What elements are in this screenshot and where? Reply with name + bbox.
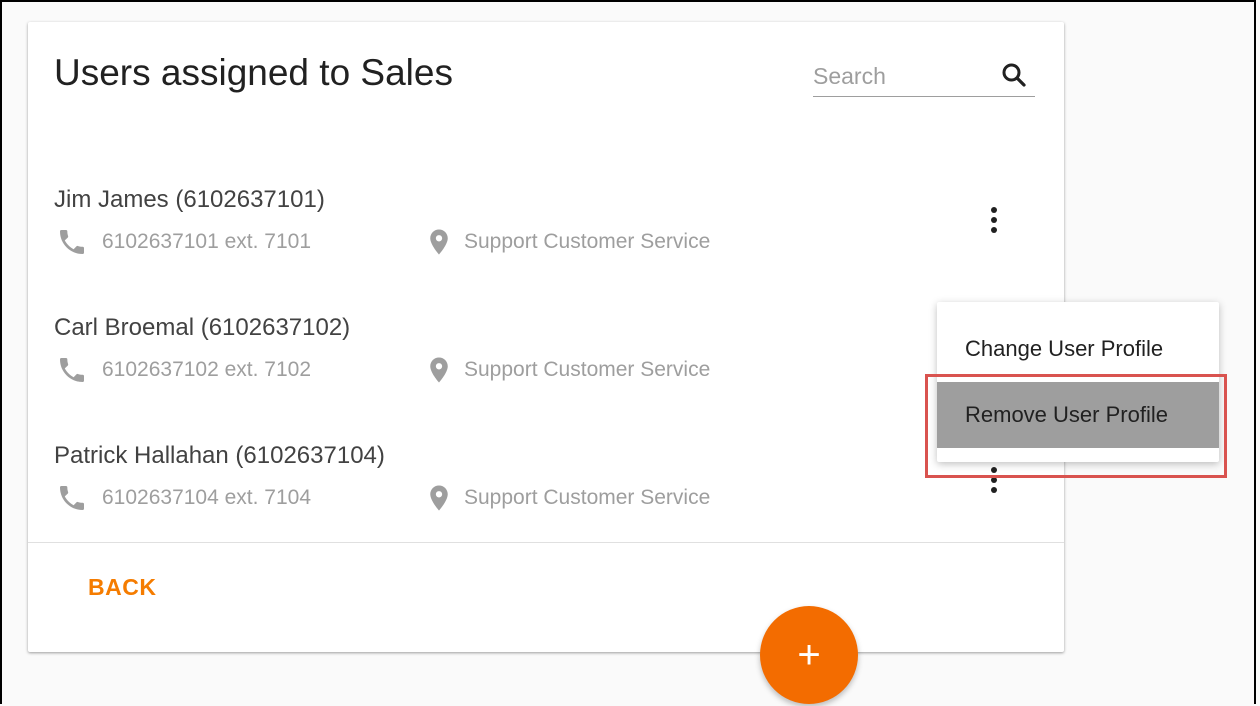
user-row: Patrick Hallahan (6102637104) 6102637104… — [54, 442, 1014, 522]
user-row: Carl Broemal (6102637102) 6102637102 ext… — [54, 314, 1014, 394]
menu-item-change-user-profile[interactable]: Change User Profile — [937, 316, 1219, 382]
location-pin-icon — [424, 226, 454, 258]
search-icon[interactable] — [999, 60, 1029, 90]
phone-icon — [56, 354, 88, 386]
location-pin-icon — [424, 482, 454, 514]
phone-icon — [56, 482, 88, 514]
user-location: Support Customer Service — [464, 358, 711, 381]
user-phone: 6102637104 ext. 7104 — [102, 486, 312, 509]
user-phone: 6102637102 ext. 7102 — [102, 358, 312, 381]
user-name: Jim James (6102637101) — [54, 186, 325, 213]
more-vert-icon[interactable] — [974, 460, 1014, 500]
user-name: Carl Broemal (6102637102) — [54, 314, 351, 341]
add-user-button[interactable]: + — [760, 606, 858, 704]
user-phone: 6102637101 ext. 7101 — [102, 230, 312, 253]
user-location: Support Customer Service — [464, 486, 711, 509]
users-card: Users assigned to Sales Jim James (61026… — [28, 22, 1064, 652]
more-vert-icon[interactable] — [974, 200, 1014, 240]
page-title: Users assigned to Sales — [54, 52, 453, 93]
search-input[interactable] — [813, 58, 993, 94]
search-box — [813, 58, 1035, 97]
user-row: Jim James (6102637101) 6102637101 ext. 7… — [54, 186, 1014, 266]
location-pin-icon — [424, 354, 454, 386]
footer-divider — [28, 542, 1064, 543]
user-name: Patrick Hallahan (6102637104) — [54, 442, 385, 469]
menu-item-remove-user-profile[interactable]: Remove User Profile — [937, 382, 1219, 448]
back-button[interactable]: BACK — [88, 574, 156, 601]
phone-icon — [56, 226, 88, 258]
user-location: Support Customer Service — [464, 230, 711, 253]
context-menu: Change User Profile Remove User Profile — [937, 302, 1219, 462]
